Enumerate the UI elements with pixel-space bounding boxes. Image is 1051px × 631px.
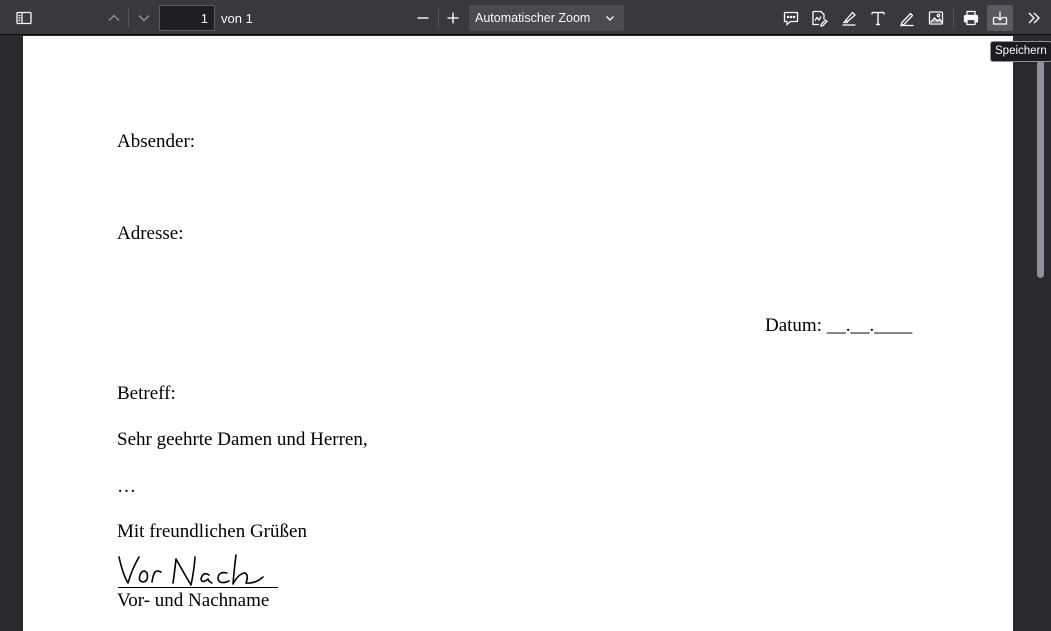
highlighter-icon xyxy=(842,11,856,26)
sidebar-toggle-button[interactable] xyxy=(11,5,37,31)
zoom-select[interactable]: Automatischer Zoom xyxy=(469,5,624,31)
handwritten-signature xyxy=(118,554,264,586)
ellipsis-text: … xyxy=(117,476,136,497)
arrow-down-icon xyxy=(138,15,150,22)
sidebar-toggle-icon xyxy=(16,11,32,25)
text-icon xyxy=(871,11,885,26)
previous-page-button[interactable] xyxy=(101,5,127,31)
highlight-button[interactable] xyxy=(836,5,862,31)
plus-icon xyxy=(447,12,459,24)
page-count-label: von 1 xyxy=(221,11,253,26)
subject-label: Betreff: xyxy=(117,383,176,404)
pen-icon xyxy=(899,12,914,27)
comment-icon xyxy=(783,11,799,26)
signature-button[interactable] xyxy=(806,5,832,31)
sender-label: Absender: xyxy=(117,131,196,152)
arrow-up-icon xyxy=(108,14,120,21)
zoom-select-value: Automatischer Zoom xyxy=(475,11,591,25)
next-page-button[interactable] xyxy=(131,5,157,31)
signature-line xyxy=(118,587,278,588)
closing-text: Mit freundlichen Grüßen xyxy=(117,521,307,542)
printer-icon xyxy=(963,10,979,26)
name-caption: Vor- und Nachname xyxy=(117,590,270,611)
toolbar-separator xyxy=(953,9,954,27)
draw-button[interactable] xyxy=(894,5,920,31)
image-icon xyxy=(928,11,944,25)
comment-button[interactable] xyxy=(778,5,804,31)
save-tooltip: Speichern xyxy=(990,41,1051,62)
zoom-in-button[interactable] xyxy=(440,5,466,31)
save-download-icon xyxy=(992,11,1008,25)
toolbar-separator xyxy=(128,9,129,27)
signature-icon xyxy=(812,10,828,27)
pdf-page: Absender: Adresse: Datum: __.__.____ Bet… xyxy=(23,36,1013,631)
image-button[interactable] xyxy=(923,5,949,31)
zoom-out-button[interactable] xyxy=(410,5,436,31)
double-chevron-right-icon xyxy=(1028,12,1040,24)
print-button[interactable] xyxy=(958,5,984,31)
text-tool-button[interactable] xyxy=(865,5,891,31)
address-label: Adresse: xyxy=(117,223,184,244)
toolbar-separator xyxy=(438,9,439,27)
scrollbar-thumb[interactable] xyxy=(1037,60,1044,278)
salutation-text: Sehr geehrte Damen und Herren, xyxy=(117,429,368,450)
page-number-input[interactable] xyxy=(159,5,215,31)
pdf-toolbar: von 1 Automatischer Zoom xyxy=(0,0,1051,35)
minus-icon xyxy=(417,17,429,19)
save-button[interactable] xyxy=(987,5,1013,31)
date-label: Datum: __.__.____ xyxy=(765,315,913,336)
vertical-scrollbar[interactable] xyxy=(1034,36,1046,631)
chevron-down-icon xyxy=(606,16,614,21)
more-tools-button[interactable] xyxy=(1021,5,1047,31)
document-viewer[interactable]: Absender: Adresse: Datum: __.__.____ Bet… xyxy=(0,36,1051,631)
